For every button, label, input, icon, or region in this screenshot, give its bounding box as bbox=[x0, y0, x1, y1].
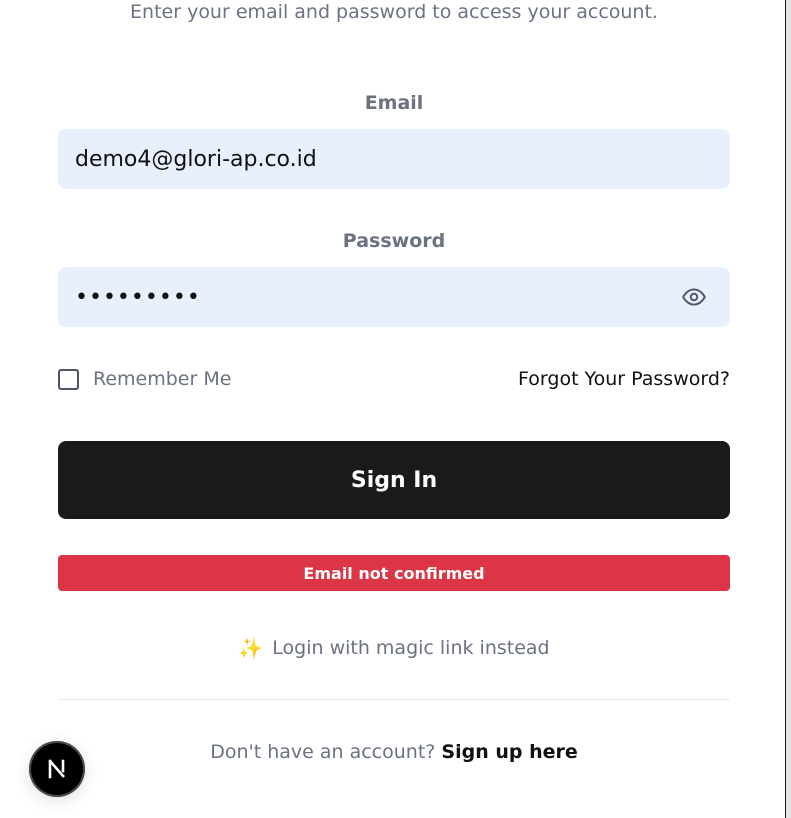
password-field[interactable] bbox=[75, 267, 675, 327]
forgot-password-link[interactable]: Forgot Your Password? bbox=[518, 366, 730, 392]
email-field-container bbox=[58, 129, 730, 189]
sign-up-link[interactable]: Sign up here bbox=[441, 741, 577, 763]
password-label: Password bbox=[342, 230, 446, 252]
email-label: Email bbox=[364, 92, 424, 114]
sparkles-icon: ✨ bbox=[238, 636, 264, 660]
remember-me[interactable]: Remember Me bbox=[58, 366, 231, 392]
remember-me-label: Remember Me bbox=[93, 368, 232, 390]
divider bbox=[58, 699, 730, 700]
window-border bbox=[785, 0, 786, 818]
nextjs-logo-icon[interactable] bbox=[29, 741, 85, 797]
signup-prompt-row: Don't have an account? Sign up here bbox=[0, 739, 788, 765]
nextjs-n-glyph bbox=[48, 759, 65, 779]
login-subtitle: Enter your email and password to access … bbox=[130, 1, 658, 23]
email-field[interactable] bbox=[75, 129, 675, 189]
password-field-container bbox=[58, 267, 730, 327]
magic-link-button[interactable]: ✨ Login with magic link instead bbox=[58, 634, 730, 662]
eye-icon[interactable] bbox=[681, 284, 707, 310]
window-edge bbox=[786, 0, 791, 818]
remember-me-checkbox[interactable] bbox=[58, 368, 79, 390]
signup-prompt: Don't have an account? bbox=[210, 741, 436, 763]
magic-link-label: Login with magic link instead bbox=[272, 637, 550, 659]
sign-in-button[interactable]: Sign In bbox=[58, 441, 730, 519]
error-banner: Email not confirmed bbox=[58, 555, 730, 591]
